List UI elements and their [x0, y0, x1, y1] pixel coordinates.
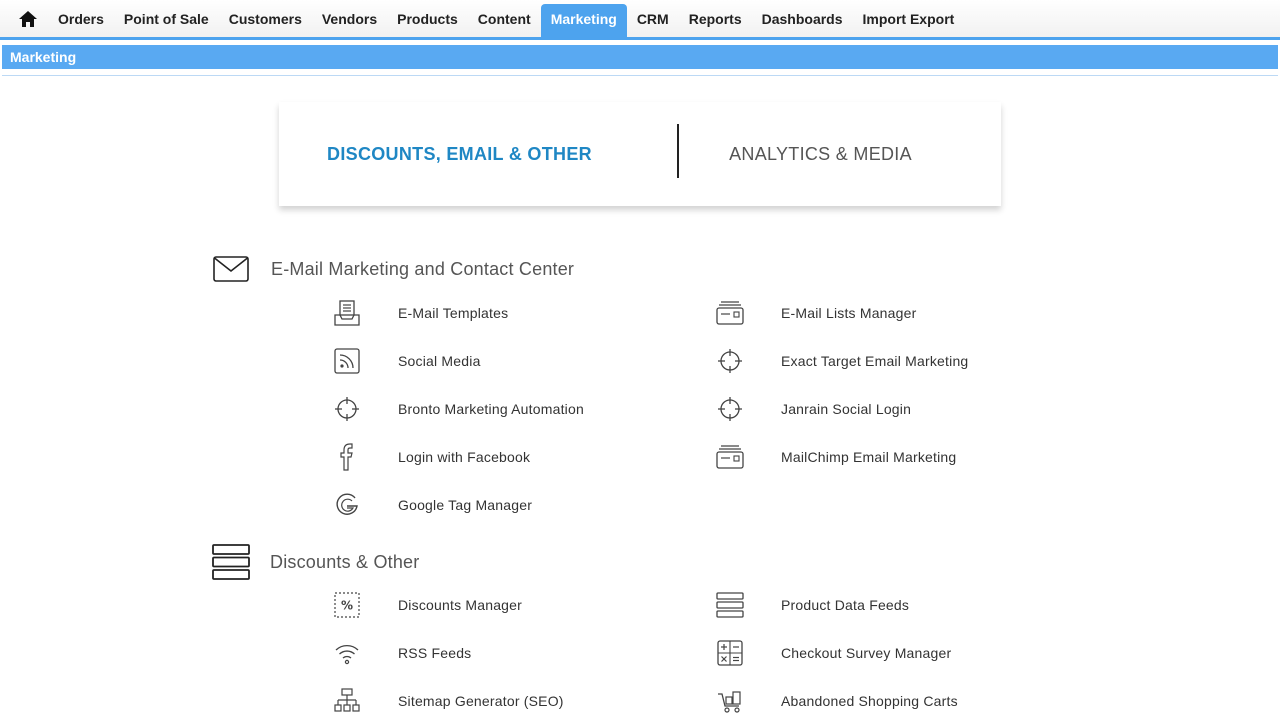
item-abandoned-carts[interactable]: Abandoned Shopping Carts: [715, 683, 958, 719]
item-label: RSS Feeds: [398, 645, 472, 661]
page-title: Marketing: [10, 49, 77, 65]
item-label: Janrain Social Login: [781, 401, 912, 417]
tab-card: DISCOUNTS, EMAIL & OTHER ANALYTICS & MED…: [279, 102, 1001, 206]
item-label: E-Mail Templates: [398, 305, 509, 321]
crosshair-icon: [718, 397, 742, 421]
nav-marketing[interactable]: Marketing: [540, 4, 627, 37]
envelope-icon: [213, 256, 249, 282]
calculator-icon: [717, 640, 743, 666]
sitemap-icon: [334, 688, 360, 712]
crosshair-icon: [335, 397, 359, 421]
item-label: Discounts Manager: [398, 597, 523, 613]
item-exact-target[interactable]: Exact Target Email Marketing: [715, 343, 968, 379]
stack-icon: [212, 544, 250, 580]
percent-icon: %: [334, 592, 360, 618]
nav-reports[interactable]: Reports: [679, 4, 752, 34]
item-label: E-Mail Lists Manager: [781, 305, 917, 321]
item-label: Sitemap Generator (SEO): [398, 693, 564, 709]
nav-orders[interactable]: Orders: [48, 4, 114, 34]
item-email-templates[interactable]: E-Mail Templates: [332, 295, 508, 331]
breadcrumb: Marketing: [2, 45, 1278, 69]
nav-vendors[interactable]: Vendors: [312, 4, 387, 34]
home-button[interactable]: [8, 0, 48, 37]
divider: [2, 75, 1278, 76]
cart-icon: [718, 691, 741, 713]
svg-text:%: %: [341, 599, 353, 613]
nav-dashboards[interactable]: Dashboards: [752, 4, 853, 34]
google-icon: [336, 493, 358, 515]
section-discounts-header: Discounts & Other: [212, 544, 419, 580]
nav-customers[interactable]: Customers: [219, 4, 312, 34]
nav-import-export[interactable]: Import Export: [853, 4, 965, 34]
section-email-title: E-Mail Marketing and Contact Center: [271, 258, 575, 279]
item-label: Login with Facebook: [398, 449, 531, 465]
item-google-tag-manager[interactable]: Google Tag Manager: [332, 487, 532, 523]
item-label: Google Tag Manager: [398, 497, 533, 513]
item-label: Product Data Feeds: [781, 597, 910, 613]
inbox-tray-icon: [334, 300, 360, 326]
tab-discounts-email-other[interactable]: DISCOUNTS, EMAIL & OTHER: [279, 144, 640, 165]
item-social-media[interactable]: Social Media: [332, 343, 481, 379]
item-mailchimp[interactable]: MailChimp Email Marketing: [715, 439, 956, 475]
facebook-icon: [340, 443, 353, 471]
section-discounts-title: Discounts & Other: [270, 551, 420, 572]
item-label: Abandoned Shopping Carts: [781, 693, 958, 709]
item-checkout-survey-manager[interactable]: Checkout Survey Manager: [715, 635, 951, 671]
section-email-header: E-Mail Marketing and Contact Center: [213, 256, 574, 282]
tab-analytics-media[interactable]: ANALYTICS & MEDIA: [640, 144, 1001, 165]
item-sitemap-generator[interactable]: Sitemap Generator (SEO): [332, 683, 564, 719]
item-rss-feeds[interactable]: RSS Feeds: [332, 635, 471, 671]
home-icon: [19, 10, 37, 27]
item-janrain[interactable]: Janrain Social Login: [715, 391, 911, 427]
item-label: Exact Target Email Marketing: [781, 353, 969, 369]
stack-icon: [716, 592, 744, 618]
nav-content[interactable]: Content: [468, 4, 541, 34]
top-navigation: Orders Point of Sale Customers Vendors P…: [0, 0, 1280, 40]
tab-divider: [677, 124, 679, 178]
nav-point-of-sale[interactable]: Point of Sale: [114, 4, 219, 34]
item-label: Checkout Survey Manager: [781, 645, 952, 661]
item-login-facebook[interactable]: Login with Facebook: [332, 439, 530, 475]
item-bronto[interactable]: Bronto Marketing Automation: [332, 391, 584, 427]
item-label: Bronto Marketing Automation: [398, 401, 584, 417]
item-email-lists-manager[interactable]: E-Mail Lists Manager: [715, 295, 917, 331]
nav-crm[interactable]: CRM: [627, 4, 679, 34]
mail-stack-icon: [716, 445, 744, 469]
wifi-icon: [335, 644, 359, 665]
crosshair-icon: [718, 349, 742, 373]
nav-products[interactable]: Products: [387, 4, 468, 34]
item-label: Social Media: [398, 353, 481, 369]
item-label: MailChimp Email Marketing: [781, 449, 957, 465]
item-discounts-manager[interactable]: % Discounts Manager: [332, 587, 522, 623]
rss-icon: [334, 348, 360, 374]
item-product-data-feeds[interactable]: Product Data Feeds: [715, 587, 909, 623]
mail-stack-icon: [716, 301, 744, 325]
